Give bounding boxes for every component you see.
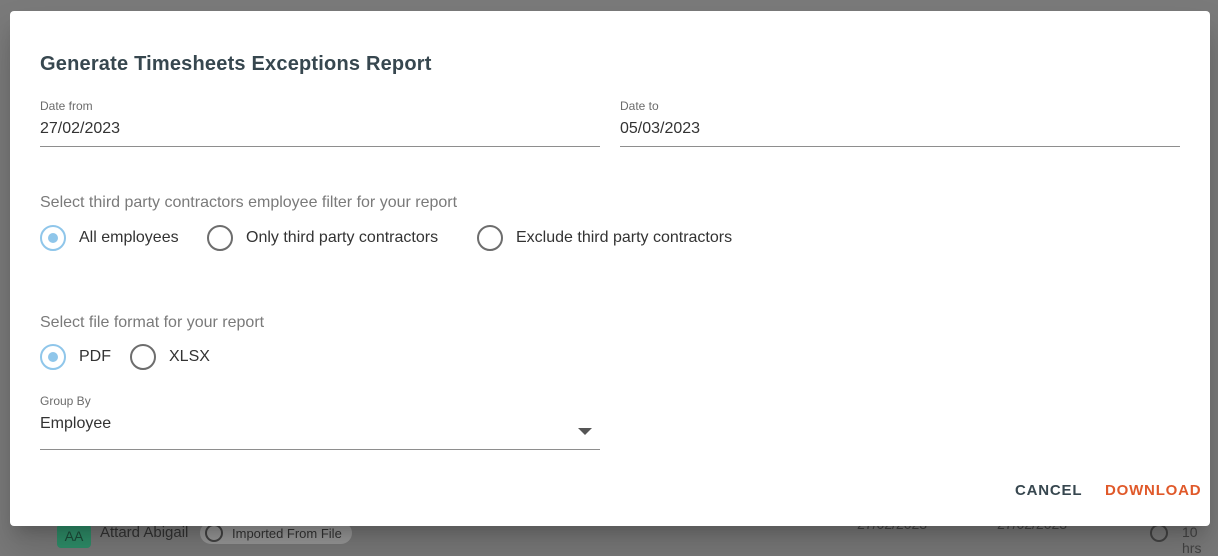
clock-icon <box>1150 524 1168 542</box>
radio-only-contractors-label[interactable]: Only third party contractors <box>246 229 438 247</box>
date-to-underline <box>620 146 1180 147</box>
radio-only-contractors[interactable]: Only third party contractors <box>207 224 438 252</box>
group-by-value[interactable]: Employee <box>40 415 111 433</box>
radio-all-employees[interactable]: All employees <box>40 224 179 252</box>
radio-all-employees-label[interactable]: All employees <box>79 229 179 247</box>
radio-xlsx-label[interactable]: XLSX <box>169 348 210 366</box>
radio-unchecked-icon[interactable] <box>477 225 503 251</box>
radio-checked-icon[interactable] <box>40 225 66 251</box>
date-to-label: Date to <box>620 99 659 113</box>
date-to-value[interactable]: 05/03/2023 <box>620 120 700 138</box>
date-from-label: Date from <box>40 99 93 113</box>
radio-xlsx[interactable]: XLSX <box>130 343 210 371</box>
group-by-label: Group By <box>40 394 91 408</box>
radio-checked-icon[interactable] <box>40 344 66 370</box>
date-to-field[interactable]: Date to 05/03/2023 <box>620 99 1180 155</box>
cancel-button[interactable]: CANCEL <box>1015 482 1082 499</box>
avatar: AA <box>57 524 91 548</box>
radio-unchecked-icon[interactable] <box>207 225 233 251</box>
radio-exclude-contractors-label[interactable]: Exclude third party contractors <box>516 229 732 247</box>
date-from-field[interactable]: Date from 27/02/2023 <box>40 99 600 155</box>
group-by-select[interactable]: Group By Employee <box>40 394 600 450</box>
dropdown-arrow-icon[interactable] <box>578 428 592 435</box>
download-button[interactable]: DOWNLOAD <box>1105 482 1201 499</box>
date-from-underline <box>40 146 600 147</box>
group-by-underline <box>40 449 600 450</box>
file-format-label: Select file format for your report <box>40 314 265 331</box>
imported-chip-label: Imported From File <box>232 526 342 541</box>
dialog-title: Generate Timesheets Exceptions Report <box>40 53 432 75</box>
alarm-icon <box>205 524 223 542</box>
radio-exclude-contractors[interactable]: Exclude third party contractors <box>477 224 732 252</box>
employee-name: Attard Abigail <box>100 524 189 541</box>
hours-value: 10 hrs <box>1182 524 1202 556</box>
contractor-filter-label: Select third party contractors employee … <box>40 194 458 211</box>
radio-pdf-label[interactable]: PDF <box>79 348 111 366</box>
radio-pdf[interactable]: PDF <box>40 343 111 371</box>
radio-unchecked-icon[interactable] <box>130 344 156 370</box>
report-dialog: Generate Timesheets Exceptions Report Da… <box>10 11 1210 526</box>
date-from-value[interactable]: 27/02/2023 <box>40 120 120 138</box>
